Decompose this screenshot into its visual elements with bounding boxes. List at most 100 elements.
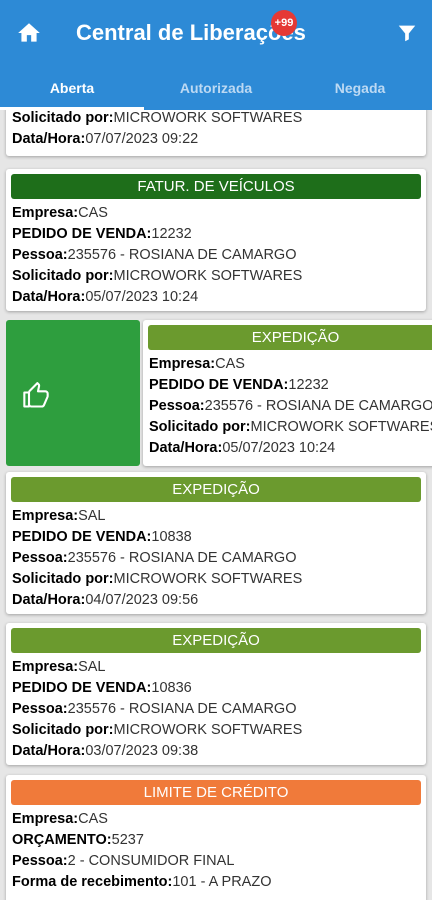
company-row: Empresa:SAL (6, 506, 426, 527)
field-label: PEDIDO DE VENDA: (149, 377, 289, 393)
company-row: Empresa:CAS (143, 354, 432, 375)
notification-badge[interactable]: +99 (271, 10, 297, 36)
request-card[interactable]: LIMITE DE CRÉDITO Empresa:CAS ORÇAMENTO:… (6, 775, 426, 900)
field-label: Forma de recebimento: (12, 874, 173, 890)
datetime-row: Data/Hora:07/07/2023 09:22 (6, 129, 426, 150)
card-type-header: LIMITE DE CRÉDITO (11, 780, 421, 805)
field-value: 235576 - ROSIANA DE CAMARGO (67, 247, 297, 263)
person-row: Pessoa:235576 - ROSIANA DE CAMARGO (6, 548, 426, 569)
field-value: 5237 (111, 832, 144, 848)
company-row: Empresa:CAS (6, 203, 426, 224)
field-value: MICROWORK SOFTWARES (250, 419, 432, 435)
field-value: 03/07/2023 09:38 (85, 743, 199, 759)
field-label: Empresa: (12, 659, 79, 675)
field-value: MICROWORK SOFTWARES (113, 268, 303, 284)
person-row: Pessoa:235576 - ROSIANA DE CAMARGO (6, 245, 426, 266)
thumbs-up-icon (23, 382, 49, 408)
field-label: Pessoa: (12, 853, 68, 869)
app-bar: Central de Liberações +99 Aberta Autoriz… (0, 0, 432, 110)
field-label: Empresa: (12, 205, 79, 221)
home-icon[interactable] (16, 20, 42, 46)
card-type-header: EXPEDIÇÃO (11, 628, 421, 653)
field-label: Solicitado por: (12, 571, 114, 587)
field-label: Empresa: (149, 356, 216, 372)
budget-row: ORÇAMENTO:5237 (6, 830, 426, 851)
datetime-row: Data/Hora:04/07/2023 09:56 (6, 590, 426, 611)
field-label: Empresa: (12, 811, 79, 827)
field-label: PEDIDO DE VENDA: (12, 680, 152, 696)
field-label: Empresa: (12, 508, 79, 524)
field-label: Solicitado por: (12, 110, 114, 126)
field-label: Data/Hora: (149, 440, 223, 456)
field-value: MICROWORK SOFTWARES (113, 722, 303, 738)
tab-bar: Aberta Autorizada Negada (0, 66, 432, 110)
payment-method-row: Forma de recebimento:101 - A PRAZO (6, 872, 426, 893)
field-label: Data/Hora: (12, 131, 86, 147)
request-card[interactable]: FATUR. DE VEÍCULOS Empresa:CAS PEDIDO DE… (6, 169, 426, 311)
field-value: 235576 - ROSIANA DE CAMARGO (204, 398, 432, 414)
card-type-header: EXPEDIÇÃO (11, 477, 421, 502)
company-row: Empresa:CAS (6, 809, 426, 830)
field-label: Data/Hora: (12, 289, 86, 305)
field-label: ORÇAMENTO: (12, 832, 112, 848)
order-row: PEDIDO DE VENDA:10836 (6, 678, 426, 699)
filter-icon[interactable] (396, 22, 418, 44)
field-value: 05/07/2023 10:24 (222, 440, 336, 456)
field-value: CAS (78, 811, 108, 827)
request-card[interactable]: EXPEDIÇÃO Empresa:SAL PEDIDO DE VENDA:10… (6, 623, 426, 765)
field-value: SAL (78, 659, 106, 675)
requested-by-row: Solicitado por:MICROWORK SOFTWARES (6, 110, 426, 129)
field-label: Pessoa: (12, 550, 68, 566)
requested-by-row: Solicitado por:MICROWORK SOFTWARES (6, 569, 426, 590)
field-value: CAS (215, 356, 245, 372)
request-list[interactable]: Solicitado por:MICROWORK SOFTWARES Data/… (0, 110, 432, 900)
field-value: 235576 - ROSIANA DE CAMARGO (67, 701, 297, 717)
company-row: Empresa:SAL (6, 657, 426, 678)
requested-by-row: Solicitado por:MICROWORK SOFTWARES (6, 720, 426, 741)
field-label: PEDIDO DE VENDA: (12, 226, 152, 242)
field-label: Solicitado por: (149, 419, 251, 435)
field-value: 05/07/2023 10:24 (85, 289, 199, 305)
datetime-row: Data/Hora:03/07/2023 09:38 (6, 741, 426, 762)
requested-by-row: Solicitado por:MICROWORK SOFTWARES (6, 266, 426, 287)
datetime-row: Data/Hora:05/07/2023 10:24 (6, 287, 426, 308)
requested-by-row: Solicitado por:MICROWORK SOFTWARES (143, 417, 432, 438)
field-value: MICROWORK SOFTWARES (113, 571, 303, 587)
order-row: PEDIDO DE VENDA:12232 (143, 375, 432, 396)
person-row: Pessoa:2 - CONSUMIDOR FINAL (6, 851, 426, 872)
field-value: 07/07/2023 09:22 (85, 131, 199, 147)
order-row: PEDIDO DE VENDA:10838 (6, 527, 426, 548)
field-label: PEDIDO DE VENDA: (12, 529, 152, 545)
datetime-row: Data/Hora:05/07/2023 10:24 (143, 438, 432, 459)
card-type-header: EXPEDIÇÃO (148, 325, 432, 350)
field-label: Data/Hora: (12, 592, 86, 608)
field-value: 12232 (288, 377, 329, 393)
request-card-swiped[interactable]: EXPEDIÇÃO Empresa:CAS PEDIDO DE VENDA:12… (143, 320, 432, 466)
tab-autorizada[interactable]: Autorizada (144, 66, 288, 110)
field-label: Pessoa: (12, 701, 68, 717)
person-row: Pessoa:235576 - ROSIANA DE CAMARGO (143, 396, 432, 417)
request-card[interactable]: Solicitado por:MICROWORK SOFTWARES Data/… (6, 110, 426, 156)
field-value: 10836 (151, 680, 192, 696)
field-label: Solicitado por: (12, 268, 114, 284)
person-row: Pessoa:235576 - ROSIANA DE CAMARGO (6, 699, 426, 720)
tab-negada[interactable]: Negada (288, 66, 432, 110)
field-value: 04/07/2023 09:56 (85, 592, 199, 608)
field-label: Pessoa: (149, 398, 205, 414)
field-value: 10838 (151, 529, 192, 545)
card-type-header: FATUR. DE VEÍCULOS (11, 174, 421, 199)
field-value: 101 - A PRAZO (172, 874, 272, 890)
approve-swipe-action[interactable] (6, 320, 140, 466)
field-value: MICROWORK SOFTWARES (113, 110, 303, 126)
field-label: Pessoa: (12, 247, 68, 263)
tab-aberta[interactable]: Aberta (0, 66, 144, 110)
field-value: 12232 (151, 226, 192, 242)
field-value: 2 - CONSUMIDOR FINAL (67, 853, 235, 869)
field-value: CAS (78, 205, 108, 221)
field-label: Data/Hora: (12, 743, 86, 759)
field-label: Solicitado por: (12, 722, 114, 738)
request-card[interactable]: EXPEDIÇÃO Empresa:SAL PEDIDO DE VENDA:10… (6, 472, 426, 614)
field-value: 235576 - ROSIANA DE CAMARGO (67, 550, 297, 566)
order-row: PEDIDO DE VENDA:12232 (6, 224, 426, 245)
field-value: SAL (78, 508, 106, 524)
